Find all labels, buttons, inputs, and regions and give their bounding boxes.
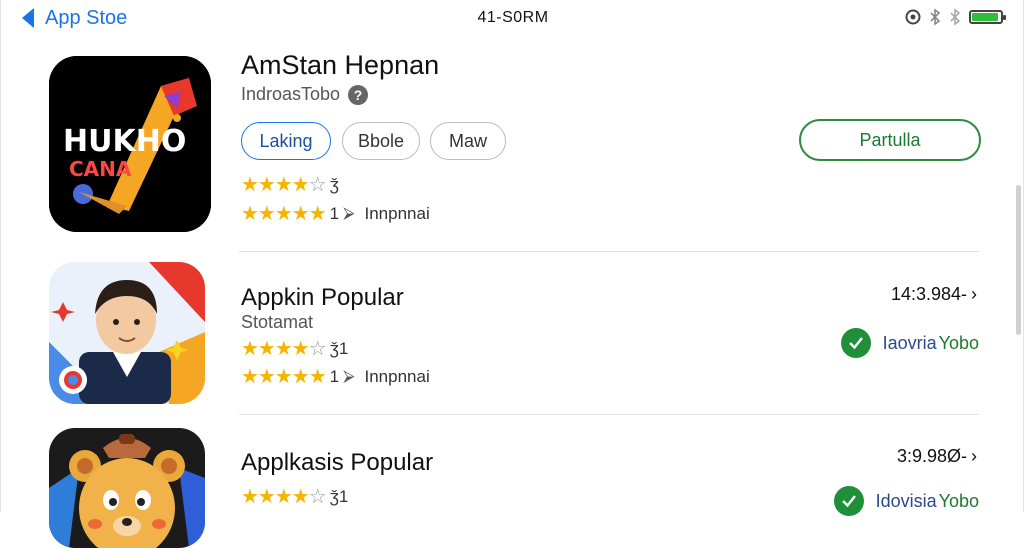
rating-count: ǯ1 [329, 486, 349, 506]
action-button[interactable]: Partulla [799, 119, 981, 161]
star-rating: ★★★★☆ [241, 486, 327, 508]
app-store-window: App Stoe 41-S0RM HUKHO CANA AmStan Hepna… [0, 0, 1024, 548]
app-title[interactable]: Applkasis Popular [241, 449, 433, 477]
installed-sublabel: Yobo [938, 490, 979, 511]
rating-row-2: ★★★★★ 1 ⮚ Innpnnai [241, 364, 430, 389]
row-divider [239, 414, 979, 415]
rating-row-1: ★★★★☆ ǯ1 [241, 484, 348, 509]
reply-icon: ⮚ [343, 367, 355, 385]
rating-row-1: ★★★★☆ ǯ1 [241, 336, 348, 361]
row-divider [239, 251, 979, 252]
check-icon [840, 328, 871, 358]
icon-text-2: CANA [69, 157, 132, 181]
status-bar: App Stoe 41-S0RM [1, 0, 1024, 38]
app-title[interactable]: AmStan Hepnan [241, 50, 439, 81]
chip-laking[interactable]: Laking [241, 122, 331, 160]
rating-row-2: ★★★★★ 1 ⮚ Innpnnai [241, 201, 430, 226]
businessman-app-icon[interactable] [49, 262, 205, 404]
app-developer: IndroasTobo [241, 84, 341, 104]
star-rating: ★★★★☆ [241, 174, 327, 196]
star-rating: ★★★★☆ [241, 338, 327, 360]
help-icon[interactable]: ? [348, 84, 369, 105]
status-time: 41-S0RM [477, 9, 549, 26]
installed-label: Idovisia [875, 490, 937, 511]
rating-count: ǯ [329, 174, 339, 194]
price-value: 3:9.98Ø- [896, 446, 967, 466]
installed-status: Iaovria Yobo [840, 328, 979, 358]
bluetooth-secondary-icon [950, 8, 961, 26]
price-value: 14:3.984- [890, 284, 967, 304]
price-link[interactable]: 3:9.98Ø- › [897, 446, 977, 467]
system-icons [905, 8, 1006, 26]
star-rating: ★★★★★ [241, 203, 327, 225]
rating-count: 1 [329, 203, 340, 223]
installed-label: Iaovria [882, 332, 937, 353]
bear-app-icon[interactable] [49, 428, 205, 548]
battery-icon [969, 10, 1006, 24]
chip-bbole[interactable]: Bbole [342, 122, 420, 160]
game-app-icon[interactable]: HUKHO CANA [49, 56, 211, 232]
chip-maw[interactable]: Maw [430, 122, 506, 160]
app-developer: Stotamat [241, 312, 314, 332]
rating-count: ǯ1 [329, 338, 349, 358]
rating-label: Innpnnai [364, 366, 430, 386]
location-icon [905, 9, 921, 25]
app-subtitle: IndroasTobo ? [241, 84, 369, 105]
scrollbar[interactable] [1016, 185, 1021, 335]
bluetooth-icon [930, 8, 941, 26]
rating-row-1: ★★★★☆ ǯ [241, 172, 339, 197]
rating-label: Innpnnai [364, 203, 430, 223]
app-title[interactable]: Appkin Popular [241, 284, 404, 312]
arrow-right-icon: › [971, 284, 977, 304]
price-link[interactable]: 14:3.984- › [891, 284, 977, 305]
reply-icon: ⮚ [343, 204, 355, 222]
app-subtitle: Stotamat [241, 312, 313, 333]
icon-text-1: HUKHO [63, 124, 186, 159]
rating-count: 1 [329, 366, 340, 386]
arrow-right-icon: › [971, 446, 977, 466]
star-rating: ★★★★★ [241, 366, 327, 388]
installed-sublabel: Yobo [938, 332, 979, 353]
